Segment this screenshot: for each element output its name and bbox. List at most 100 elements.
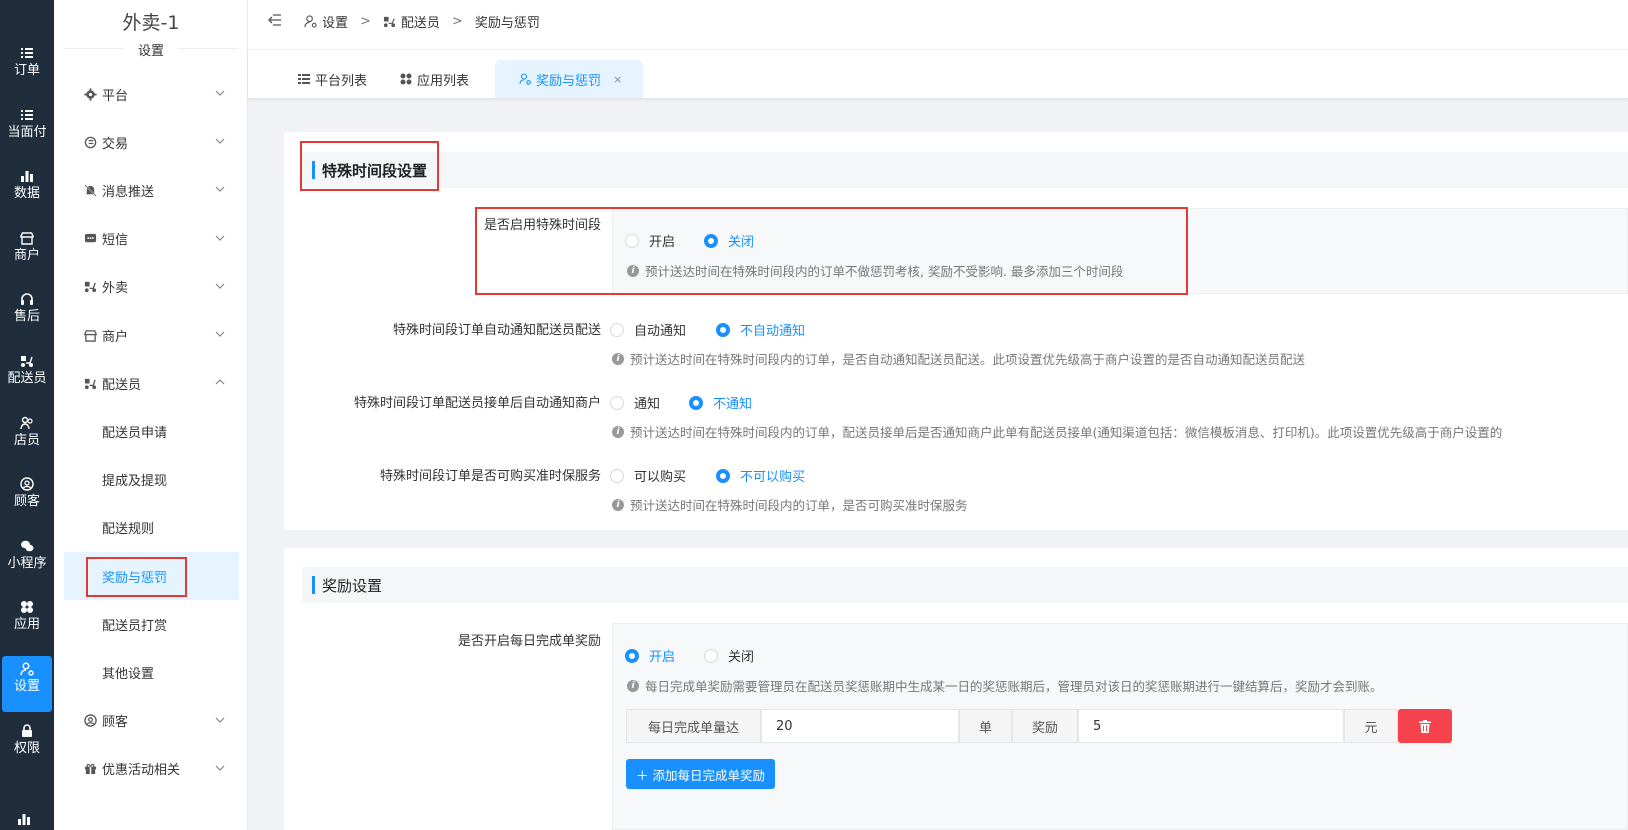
sidebar-subitem[interactable]: 提成及提现 <box>64 456 239 504</box>
radio-label: 不可以购买 <box>740 470 806 485</box>
radio-label: 关闭 <box>728 650 755 665</box>
rail-item-0[interactable]: 订单 <box>0 40 54 96</box>
section-title: 奖励设置 <box>322 577 383 595</box>
radio-label: 可以购买 <box>634 470 687 485</box>
left-rail: 订单当面付 数据商户售后配送员店员顾客小程序应用设置权限 <box>0 0 54 830</box>
rail-item-8[interactable]: 小程序 <box>0 533 54 589</box>
button-label: 添加每日完成单奖励 <box>652 767 766 783</box>
sidebar-subitem[interactable]: 其他设置 <box>64 648 239 696</box>
reward-prefix: 每日完成单量达 <box>626 709 761 743</box>
sidebar-menu-平台[interactable]: 平台 <box>64 70 239 118</box>
radio-dot <box>704 648 718 663</box>
rail-item-6[interactable]: 店员 <box>0 410 54 466</box>
trash-icon <box>1419 719 1431 733</box>
section-header: 奖励设置 <box>302 567 1628 603</box>
tabs-bar: 平台列表 应用列表 奖励与惩罚 × <box>248 50 1628 98</box>
field-hint: i 预计送达时间在特殊时间段内的订单，配送员接单后是否通知商户此单有配送员接单(通… <box>612 422 1628 441</box>
radio-label: 开启 <box>649 650 676 665</box>
list-icon <box>298 74 310 84</box>
radio-option[interactable]: 关闭 <box>704 646 754 665</box>
sidebar-subitem[interactable]: 配送规则 <box>64 504 239 552</box>
highlight-box <box>86 557 187 597</box>
sidebar-menu-短信[interactable]: 短信 <box>64 215 239 263</box>
sidebar-menu-配送员[interactable]: 配送员 <box>64 359 239 407</box>
unit-yuan: 元 <box>1344 709 1398 743</box>
close-icon[interactable]: × <box>613 73 622 86</box>
apps-icon <box>20 600 34 614</box>
sidebar-menu-顾客[interactable]: 顾客 <box>64 697 239 745</box>
field-hint: i 每日完成单奖励需要管理员在配送员奖惩账期中生成某一日的奖惩账期后，管理员对该日… <box>627 676 1383 695</box>
breadcrumb-item-courier[interactable]: 配送员 <box>401 12 440 31</box>
rail-item-3[interactable]: 商户 <box>0 225 54 281</box>
rail-item-4[interactable]: 售后 <box>0 286 54 342</box>
gift-icon <box>84 762 97 775</box>
radio-option-selected[interactable]: 不可以购买 <box>716 466 805 485</box>
radio-option-selected[interactable]: 不通知 <box>689 393 752 412</box>
radio-label: 不通知 <box>713 397 753 412</box>
radio-option-selected[interactable]: 开启 <box>625 646 675 665</box>
chevron-down-icon <box>215 135 225 145</box>
breadcrumb-item-current: 奖励与惩罚 <box>474 16 540 31</box>
rail-item-11[interactable]: 权限 <box>0 718 54 774</box>
radio-dot <box>716 322 730 337</box>
chevron-down-icon <box>215 87 225 97</box>
rail-item-label: 售后 <box>13 309 40 325</box>
chevron-up-icon <box>215 376 225 386</box>
menu-label: 顾客 <box>102 715 129 731</box>
radio-dot <box>610 395 624 410</box>
delete-button[interactable] <box>1398 709 1452 743</box>
sidebar-menu-消息推送[interactable]: 消息推送 <box>64 166 239 214</box>
rail-item-5[interactable]: 配送员 <box>0 348 54 404</box>
rail-item-2[interactable]: 数据 <box>0 163 54 219</box>
rail-item-label: 店员 <box>13 432 40 448</box>
tab-label: 平台列表 <box>315 73 368 89</box>
chevron-down-icon <box>215 280 225 290</box>
highlight-box <box>475 207 1188 295</box>
tab-label: 奖励与惩罚 <box>536 73 602 89</box>
wechat-icon <box>20 539 34 553</box>
scooter-icon <box>84 280 97 293</box>
breadcrumb-item-settings[interactable]: 设置 <box>322 12 348 31</box>
scooter-icon <box>20 354 34 368</box>
sidebar-subitem[interactable]: 配送员申请 <box>64 407 239 455</box>
hint-text: 预计送达时间在特殊时间段内的订单，配送员接单后是否通知商户此单有配送员接单(通知… <box>630 425 1503 440</box>
gear-icon <box>84 87 97 101</box>
rail-item-label: 应用 <box>13 617 40 633</box>
tab-platform-list[interactable]: 平台列表 <box>284 60 381 98</box>
rail-item-label: 设置 <box>13 679 40 694</box>
chevron-down-icon <box>215 762 225 772</box>
rail-item-7[interactable]: 顾客 <box>0 471 54 527</box>
sidebar-menu-商户[interactable]: 商户 <box>64 311 239 359</box>
user-gear-icon <box>304 15 317 28</box>
menu-label: 商户 <box>102 329 129 345</box>
scooter-icon <box>383 16 395 28</box>
tab-app-list[interactable]: 应用列表 <box>386 60 483 98</box>
radio-option[interactable]: 自动通知 <box>610 320 686 339</box>
radio-label: 通知 <box>634 397 661 412</box>
radio-option[interactable]: 通知 <box>610 393 660 412</box>
user-gear-icon <box>519 73 531 85</box>
highlight-box <box>300 141 439 191</box>
sidebar-menu-优惠活动相关[interactable]: 优惠活动相关 <box>64 745 239 793</box>
sidebar-subitem[interactable]: 配送员打赏 <box>64 600 239 648</box>
radio-option-selected[interactable]: 不自动通知 <box>716 320 805 339</box>
chevron-down-icon <box>215 232 225 242</box>
rail-item-10[interactable]: 设置 <box>2 656 52 712</box>
tab-reward-penalty[interactable]: 奖励与惩罚 × <box>495 60 643 98</box>
add-reward-button[interactable]: ＋添加每日完成单奖励 <box>626 759 775 789</box>
radio-label: 自动通知 <box>634 324 687 339</box>
reward-amount-input[interactable]: 5 <box>1078 709 1344 743</box>
shop-icon <box>84 329 97 342</box>
sidebar-menu-外卖[interactable]: 外卖 <box>64 263 239 311</box>
order-count-input[interactable]: 20 <box>761 709 959 743</box>
collapse-menu-icon[interactable] <box>268 13 282 27</box>
rail-item-9[interactable]: 应用 <box>0 594 54 650</box>
rail-item-partial[interactable] <box>17 812 31 826</box>
rail-item-1[interactable]: 当面付 <box>0 102 54 158</box>
radio-option[interactable]: 可以购买 <box>610 466 686 485</box>
info-icon: i <box>612 498 624 511</box>
sidebar-menu-交易[interactable]: 交易 <box>64 118 239 166</box>
scooter-icon <box>84 377 97 390</box>
shop-icon <box>20 231 34 245</box>
radio-dot <box>610 468 624 483</box>
